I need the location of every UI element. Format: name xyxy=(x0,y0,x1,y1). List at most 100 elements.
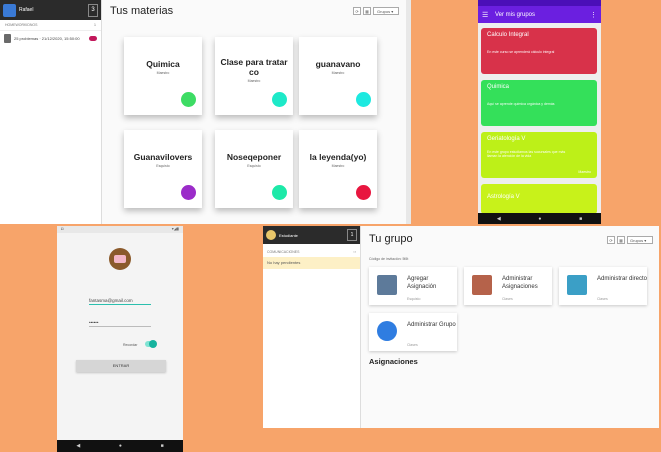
homework-label: 25 problemas · 21/12/2020, 15:50:00 xyxy=(14,36,80,41)
group-description: Aquí se aprende química orgánica y demás xyxy=(487,102,555,106)
avatar[interactable] xyxy=(3,3,16,17)
subject-role: Esquisto xyxy=(156,164,170,168)
home-icon[interactable]: ● xyxy=(119,443,122,449)
action-name: Administrar Asignaciones xyxy=(502,276,538,290)
subject-name: guanavano xyxy=(315,59,361,69)
avatar[interactable] xyxy=(266,230,276,240)
sidebar: Estudiante 1 COMUNICACIONES ⇨ No hay pen… xyxy=(263,226,361,428)
invite-code: Código de invitación: 5t5t xyxy=(369,257,409,261)
group-select[interactable]: Grupos ▾ xyxy=(627,236,653,244)
color-dot xyxy=(356,185,371,200)
group-card[interactable]: Quimica Aquí se aprende química orgánica… xyxy=(481,80,597,126)
group-name: Geriatología V xyxy=(487,136,526,142)
calendar-button[interactable]: ▦ xyxy=(617,236,625,244)
remember-toggle[interactable] xyxy=(145,340,157,348)
app-logo xyxy=(109,248,131,270)
action-name: Administrar Grupo xyxy=(407,322,456,328)
password-field[interactable]: •••••• xyxy=(89,320,151,327)
scrollbar[interactable] xyxy=(406,0,411,224)
login-button[interactable]: ENTRAR xyxy=(76,360,166,372)
group-description: En este grupo estudiamos las sucursales … xyxy=(487,150,566,158)
battery-icon: ▾◢▮ xyxy=(171,226,179,231)
menu-icon[interactable]: ☰ xyxy=(482,11,492,19)
color-dot xyxy=(356,92,371,107)
subject-card[interactable]: Guanavilovers Esquisto xyxy=(124,130,202,208)
home-icon[interactable]: ● xyxy=(538,216,541,222)
manage-group-card[interactable]: Administrar Grupo Clases xyxy=(369,313,457,351)
clipboard-icon xyxy=(377,275,397,295)
recents-icon[interactable]: ■ xyxy=(161,443,164,449)
subject-role: Maestro xyxy=(331,164,345,168)
subject-name: Clase para tratar co xyxy=(220,57,288,77)
page-title: Tu grupo xyxy=(369,233,413,245)
refresh-button[interactable]: ⟳ xyxy=(607,236,615,244)
recents-icon[interactable]: ■ xyxy=(579,216,582,222)
subject-name: Quimica xyxy=(146,59,180,69)
section-label: HOMEWORKIDNOS xyxy=(5,23,38,27)
section-header: HOMEWORKIDNOS 1 xyxy=(0,20,101,31)
android-nav-bar: ◀ ● ■ xyxy=(478,213,601,224)
sidebar-header: Estudiante 1 xyxy=(263,226,360,244)
refresh-button[interactable]: ⟳ xyxy=(353,7,361,15)
subject-role: Maestro xyxy=(247,79,261,83)
group-card[interactable]: Geriatología V En este grupo estudiamos … xyxy=(481,132,597,178)
notifications-button[interactable]: 1 xyxy=(347,229,357,241)
login-phone: ◘ ▾◢▮ fantasma@gmail.com •••••• Recordar… xyxy=(57,226,183,452)
subject-card[interactable]: Quimica Maestro xyxy=(124,37,202,115)
homework-item[interactable]: 25 problemas · 21/12/2020, 15:50:00 xyxy=(0,31,101,46)
app-title: Ver mis grupos xyxy=(495,11,536,18)
notebook-icon xyxy=(472,275,492,295)
subject-card[interactable]: guanavano Maestro xyxy=(299,37,377,115)
email-field[interactable]: fantasma@gmail.com xyxy=(89,298,151,305)
group-name: Calculo Integral xyxy=(487,32,529,38)
color-dot xyxy=(272,185,287,200)
sidebar-header: Rafael 3 xyxy=(0,0,101,20)
group-card[interactable]: Astrología V xyxy=(481,184,597,214)
app-bar: ☰ Ver mis grupos ⋮ xyxy=(478,6,601,23)
subject-card[interactable]: la leyenda(yo) Maestro xyxy=(299,130,377,208)
manage-assignments-card[interactable]: Administrar Asignaciones Clases xyxy=(464,267,552,305)
group-window: Estudiante 1 COMUNICACIONES ⇨ No hay pen… xyxy=(263,226,659,428)
remember-label: Recordar xyxy=(123,343,138,347)
status-bar: ◘ ▾◢▮ xyxy=(57,226,183,233)
action-name: Administrar directo xyxy=(597,276,648,282)
more-vert-icon[interactable]: ⋮ xyxy=(590,11,597,19)
monitor-icon xyxy=(567,275,587,295)
section-label: COMUNICACIONES xyxy=(267,250,300,254)
back-icon[interactable]: ◀ xyxy=(497,216,501,222)
color-dot xyxy=(181,185,196,200)
subject-card[interactable]: Clase para tratar co Maestro xyxy=(215,37,293,115)
add-assignment-card[interactable]: Agregar Asignación Esquisto xyxy=(369,267,457,305)
subject-name: Guanavilovers xyxy=(133,152,193,162)
subject-role: Maestro xyxy=(331,71,345,75)
action-sub: Esquisto xyxy=(407,297,421,301)
action-sub: Clases xyxy=(597,297,608,301)
groups-phone: ☰ Ver mis grupos ⋮ Calculo Integral En e… xyxy=(478,0,601,224)
sidebar: Rafael 3 HOMEWORKIDNOS 1 25 problemas · … xyxy=(0,0,102,224)
group-select[interactable]: Grupos ▾ xyxy=(373,7,399,15)
main-area: Tus materias ⟳ ▦ Grupos ▾ Quimica Maestr… xyxy=(102,0,411,224)
group-card[interactable]: Calculo Integral En este curso se aprend… xyxy=(481,28,597,74)
group-role: Maestro xyxy=(578,170,591,174)
materias-window: Rafael 3 HOMEWORKIDNOS 1 25 problemas · … xyxy=(0,0,411,224)
people-icon xyxy=(377,321,397,341)
subject-card[interactable]: Noseqeponer Esquisto xyxy=(215,130,293,208)
color-dot xyxy=(181,92,196,107)
section-heading: Asignaciones xyxy=(369,357,418,366)
calendar-button[interactable]: ▦ xyxy=(363,7,371,15)
subject-name: la leyenda(yo) xyxy=(309,152,367,162)
color-dot xyxy=(272,92,287,107)
send-icon[interactable]: ⇨ xyxy=(353,250,356,254)
section-count: 1 xyxy=(94,23,96,27)
back-icon[interactable]: ◀ xyxy=(76,443,80,449)
toolbar: ⟳ ▦ Grupos ▾ xyxy=(607,236,653,244)
manage-live-card[interactable]: Administrar directo Clases xyxy=(559,267,647,305)
notifications-button[interactable]: 3 xyxy=(88,3,98,17)
action-sub: Clases xyxy=(407,343,418,347)
section-header: COMUNICACIONES ⇨ xyxy=(263,244,360,257)
user-name: Estudiante xyxy=(279,232,298,238)
document-icon xyxy=(4,34,11,43)
action-sub: Clases xyxy=(502,297,513,301)
android-nav-bar: ◀ ● ■ xyxy=(57,440,183,452)
status-badge xyxy=(89,36,97,41)
